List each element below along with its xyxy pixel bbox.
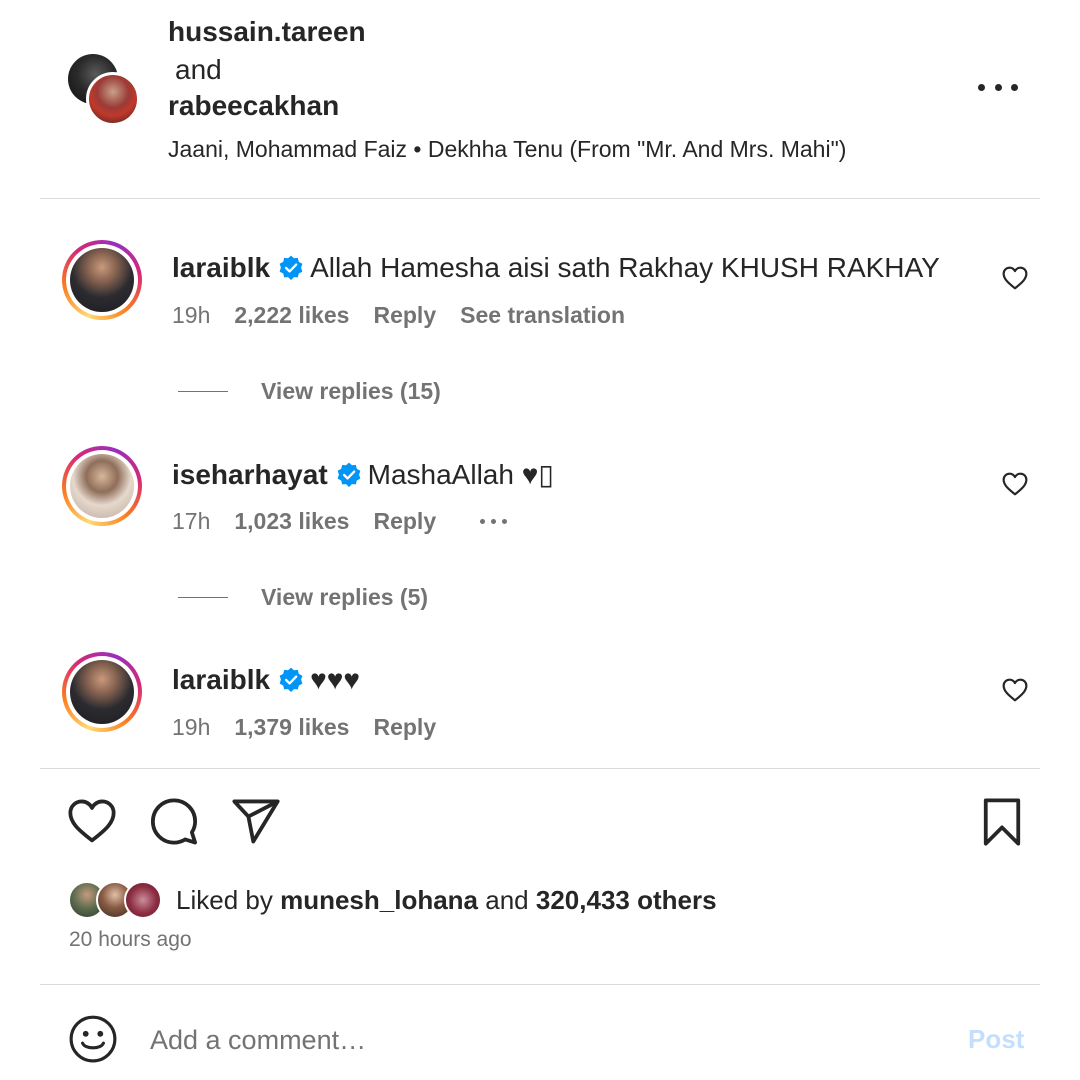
reply-thread-line [178,597,228,598]
header-conjunction: and [175,54,222,85]
comment-avatar[interactable] [62,446,142,526]
comment-avatar[interactable] [62,652,142,732]
comment-time[interactable]: 19h [172,714,210,741]
comment-time[interactable]: 19h [172,302,210,329]
divider [40,768,1040,769]
reply-button[interactable]: Reply [373,714,436,741]
comment-likes[interactable]: 1,023 likes [234,508,349,535]
verified-badge-icon [337,462,361,487]
comment-meta: 19h 2,222 likes Reply See translation [172,302,625,329]
divider [40,984,1040,985]
comment-username[interactable]: laraiblk [172,664,270,696]
view-replies-button[interactable]: View replies (5) [178,584,428,611]
add-comment-bar: Post [0,1000,1080,1080]
comment-username[interactable]: laraiblk [172,252,270,284]
heart-icon[interactable] [66,796,118,848]
comment-options-icon[interactable] [480,519,508,524]
liker-avatar[interactable] [124,881,162,919]
verified-badge-icon [279,255,303,281]
collab-avatars[interactable] [68,54,140,126]
post-button[interactable]: Post [968,1024,1024,1055]
comment-likes[interactable]: 2,222 likes [234,302,349,329]
comment-time[interactable]: 17h [172,508,210,535]
post-header: hussain.tareen and rabeecakhan Jaani, Mo… [0,0,1080,198]
liked-by-others[interactable]: 320,433 others [536,885,717,915]
see-translation-button[interactable]: See translation [460,302,625,329]
comment-text: Allah Hamesha aisi sath Rakhay KHUSH RAK… [310,252,940,283]
comment-meta: 17h 1,023 likes Reply [172,508,508,535]
comment-input[interactable] [150,1018,930,1062]
comment-text: MashaAllah ♥▯ [367,459,554,490]
reply-button[interactable]: Reply [373,508,436,535]
comment-like-heart-icon[interactable] [1002,678,1028,702]
header-username-1[interactable]: hussain.tareen [168,16,366,48]
view-replies-label[interactable]: View replies (15) [261,378,441,405]
liked-by-middle: and [485,884,529,915]
bookmark-icon[interactable] [976,796,1028,848]
reply-button[interactable]: Reply [373,302,436,329]
comment-icon[interactable] [148,796,200,848]
comment-avatar[interactable] [62,240,142,320]
liked-by-prefix: Liked by [176,884,273,915]
post-actions [0,796,1080,852]
comment-meta: 19h 1,379 likes Reply [172,714,436,741]
verified-badge-icon [279,667,303,693]
audio-attribution[interactable]: Jaani, Mohammad Faiz • Dekhha Tenu (From… [168,136,846,163]
comment-line: laraiblk ♥♥♥ [172,664,360,696]
emoji-icon[interactable] [68,1014,118,1064]
view-replies-button[interactable]: View replies (15) [178,378,441,405]
post-timestamp[interactable]: 20 hours ago [69,928,192,952]
liked-by-text: Liked by munesh_lohana and 320,433 other… [176,885,717,916]
avatar-rabeecakhan[interactable] [86,72,140,126]
comment-line: laraiblk Allah Hamesha aisi sath Rakhay … [172,252,940,284]
comment-text: ♥♥♥ [310,664,360,695]
liked-by-row: Liked by munesh_lohana and 320,433 other… [68,878,717,922]
comment-username[interactable]: iseharhayat [172,459,328,491]
more-horizontal-icon[interactable] [978,72,1018,102]
comment-like-heart-icon[interactable] [1002,266,1028,290]
reply-thread-line [178,391,228,392]
liked-by-user[interactable]: munesh_lohana [280,885,478,915]
comment-likes[interactable]: 1,379 likes [234,714,349,741]
comment-line: iseharhayat MashaAllah ♥▯ [172,458,554,491]
send-icon[interactable] [230,796,282,848]
comment-like-heart-icon[interactable] [1002,472,1028,496]
divider [40,198,1040,199]
view-replies-label[interactable]: View replies (5) [261,584,428,611]
header-username-2[interactable]: rabeecakhan [168,90,339,122]
